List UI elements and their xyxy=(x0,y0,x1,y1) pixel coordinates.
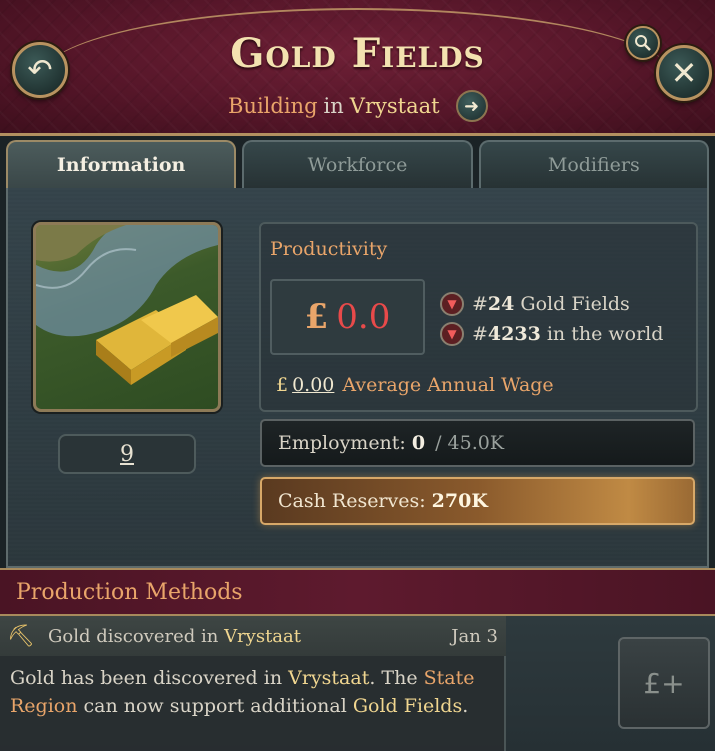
rank-world-number: 4233 xyxy=(487,323,541,345)
notif-body-part: Gold has been discovered in xyxy=(10,667,283,689)
rank-down-icon: ▼ xyxy=(440,292,464,316)
rank-world-text: in the world xyxy=(546,323,664,345)
cash-reserves-value: 270K xyxy=(431,490,488,512)
building-type: Building xyxy=(228,94,318,118)
productivity-label: Productivity xyxy=(270,238,388,260)
rank-local-text: Gold Fields xyxy=(520,293,630,315)
money-plus-icon[interactable]: £+ xyxy=(618,637,710,729)
building-level[interactable]: 9 xyxy=(58,434,196,474)
rank-world-row: ▼ #4233 in the world xyxy=(440,322,663,346)
productivity-value: 0.0 xyxy=(336,297,391,337)
cash-reserves-bar[interactable]: Cash Reserves: 270K xyxy=(260,477,695,525)
average-wage-label: Average Annual Wage xyxy=(342,374,554,396)
notif-body-building: Gold Fields xyxy=(352,695,463,717)
rank-local-number: 24 xyxy=(487,293,515,315)
cash-reserves-label: Cash Reserves: xyxy=(278,490,426,512)
notification-date: Jan 3 xyxy=(451,626,498,647)
magnifier-icon[interactable] xyxy=(626,26,660,60)
rank-local-prefix: # xyxy=(472,293,488,315)
notification-title-prefix: Gold discovered in xyxy=(48,625,219,647)
average-wage-row: £ 0.00 Average Annual Wage xyxy=(276,374,554,396)
notification-header: ⛏ Gold discovered in Vrystaat Jan 3 xyxy=(0,616,506,656)
tab-workforce[interactable]: Workforce xyxy=(242,140,473,188)
pickaxe-gold-icon: ⛏ xyxy=(7,623,35,649)
productivity-value-box: £ 0.0 xyxy=(270,279,425,355)
tab-information[interactable]: Information xyxy=(6,140,237,188)
employment-bar[interactable]: Employment: 0 / 45.0K xyxy=(260,419,695,467)
tab-modifiers[interactable]: Modifiers xyxy=(478,140,709,188)
rank-world-prefix: # xyxy=(472,323,488,345)
page-title: Gold Fields xyxy=(230,30,485,77)
notif-body-location: Vrystaat xyxy=(288,667,370,689)
rank-down-icon: ▼ xyxy=(440,322,464,346)
rank-local-row: ▼ #24 Gold Fields xyxy=(440,292,630,316)
tab-bar: Information Workforce Modifiers xyxy=(6,140,709,188)
undo-arrow-icon[interactable]: ↶ xyxy=(12,42,68,98)
close-x-icon[interactable]: ✕ xyxy=(656,45,712,101)
arrow-right-icon[interactable]: ➜ xyxy=(455,90,488,122)
building-image xyxy=(33,222,221,412)
employment-max: / 45.0K xyxy=(435,432,505,454)
pound-icon: £ xyxy=(276,374,289,396)
gold-discovered-notification[interactable]: ⛏ Gold discovered in Vrystaat Jan 3 Gold… xyxy=(0,616,506,751)
average-wage-value[interactable]: 0.00 xyxy=(292,374,334,396)
notification-title-location: Vrystaat xyxy=(224,625,302,647)
employment-label: Employment: xyxy=(278,432,406,454)
notif-body-part: . xyxy=(462,695,469,717)
state-location-link[interactable]: Vrystaat xyxy=(350,94,440,118)
notification-title: Gold discovered in Vrystaat xyxy=(48,626,301,647)
notif-body-part: can now support additional xyxy=(83,695,347,717)
header-banner: Gold Fields Building in Vrystaat ➜ xyxy=(0,0,715,136)
notification-body: Gold has been discovered in Vrystaat. Th… xyxy=(10,664,500,720)
production-methods-header: Production Methods xyxy=(0,568,715,616)
pound-icon: £ xyxy=(304,297,329,337)
notif-body-part: . The xyxy=(369,667,418,689)
building-subtitle: Building in Vrystaat ➜ xyxy=(228,90,488,122)
employment-value: 0 xyxy=(411,432,426,454)
subtitle-in: in xyxy=(323,94,344,118)
